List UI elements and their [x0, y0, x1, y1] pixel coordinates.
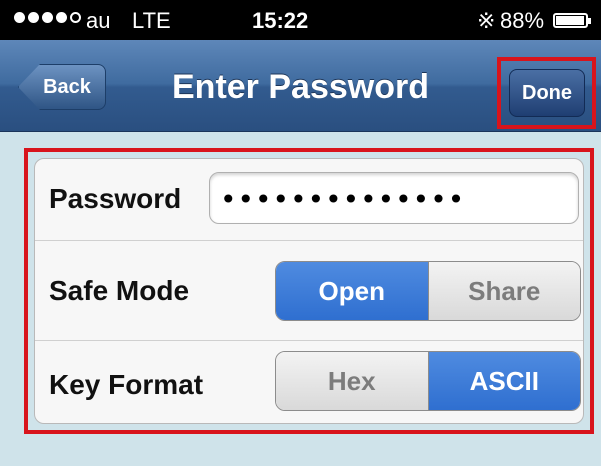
- safe-mode-segmented-control: Open Share: [275, 261, 581, 321]
- settings-form: Password •••••••••••••• Safe Mode Open S…: [34, 158, 584, 424]
- clock: 15:22: [252, 8, 309, 33]
- battery-percentage: 88%: [500, 8, 545, 33]
- safe-mode-share-segment[interactable]: Share: [427, 262, 580, 320]
- safe-mode-open-segment[interactable]: Open: [276, 262, 428, 320]
- form-highlight: Password •••••••••••••• Safe Mode Open S…: [24, 148, 594, 434]
- status-bar: au LTE 15:22 ※ 88%: [0, 0, 601, 40]
- network-label: LTE: [132, 8, 171, 33]
- done-button[interactable]: Done: [509, 69, 585, 117]
- safe-mode-label: Safe Mode: [49, 275, 190, 306]
- key-format-segmented-control: Hex ASCII: [275, 351, 581, 411]
- battery-icon: [553, 13, 591, 28]
- password-input[interactable]: ••••••••••••••: [209, 172, 579, 224]
- done-highlight: Done: [497, 57, 596, 129]
- key-format-label: Key Format: [49, 369, 204, 400]
- key-format-ascii-segment[interactable]: ASCII: [427, 352, 580, 410]
- password-row: Password ••••••••••••••: [35, 159, 583, 241]
- key-format-hex-segment[interactable]: Hex: [276, 352, 428, 410]
- bluetooth-icon: ※: [477, 8, 496, 33]
- carrier-label: au: [86, 8, 111, 33]
- password-label: Password: [49, 183, 182, 214]
- safe-mode-row: Safe Mode Open Share: [35, 241, 583, 341]
- signal-dots-icon: [14, 12, 81, 23]
- key-format-row: Key Format Hex ASCII: [35, 341, 583, 423]
